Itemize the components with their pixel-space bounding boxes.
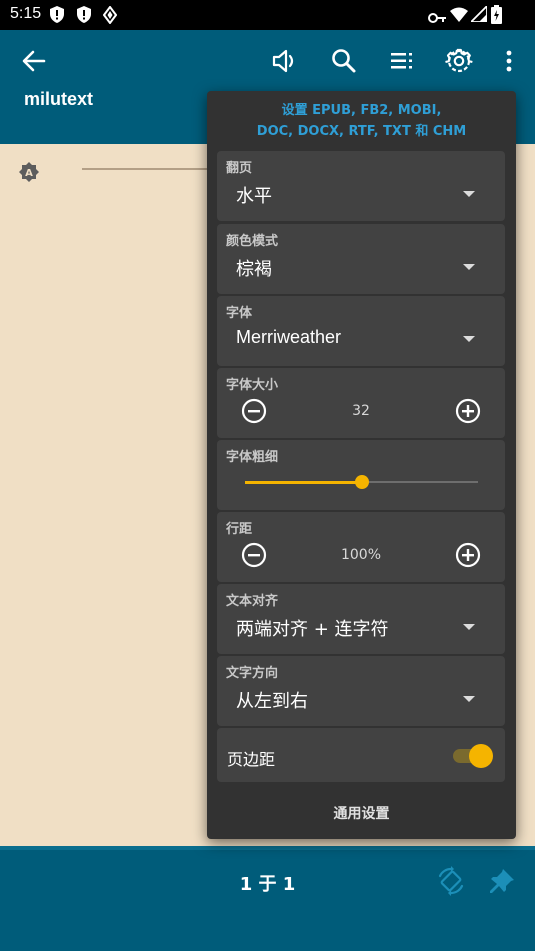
panel-header: 设置 EPUB, FB2, MOBI, DOC, DOCX, RTF, TXT … <box>207 100 516 142</box>
signal-icon <box>468 3 488 26</box>
diamond-icon <box>102 5 118 28</box>
status-bar: 5:15 <box>0 0 535 30</box>
text-direction-select[interactable]: 文字方向 从左到右 <box>217 656 505 726</box>
margins-toggle[interactable] <box>453 744 493 768</box>
text-direction-label: 文字方向 <box>226 666 279 681</box>
plus-circle-icon[interactable] <box>455 542 481 572</box>
back-arrow-icon[interactable] <box>20 47 48 75</box>
shield-icon <box>77 6 91 27</box>
playlist-icon[interactable] <box>388 47 416 75</box>
dropdown-caret-icon <box>463 624 475 630</box>
line-spacing-stepper: 行距 100% <box>217 512 505 582</box>
color-mode-select[interactable]: 颜色模式 棕褐 <box>217 224 505 294</box>
bottom-bar: 1 于 1 <box>0 846 535 951</box>
font-size-stepper: 字体大小 32 <box>217 368 505 438</box>
page-rule <box>82 168 212 170</box>
page-turn-label: 翻页 <box>226 161 253 176</box>
font-size-label: 字体大小 <box>226 378 279 393</box>
color-mode-label: 颜色模式 <box>226 234 279 249</box>
slider-thumb[interactable] <box>355 475 369 489</box>
text-direction-value: 从左到右 <box>236 691 308 712</box>
panel-header-line1: 设置 EPUB, FB2, MOBI, <box>281 103 442 118</box>
dropdown-caret-icon <box>463 191 475 197</box>
font-weight-slider[interactable] <box>245 475 478 489</box>
plus-circle-icon[interactable] <box>455 398 481 428</box>
dropdown-caret-icon <box>463 336 475 342</box>
more-vertical-icon[interactable] <box>495 47 523 75</box>
text-align-value: 两端对齐 + 连字符 <box>236 619 389 640</box>
bottom-bar-divider <box>0 846 535 850</box>
gear-icon[interactable] <box>445 47 473 75</box>
general-settings-button[interactable]: 通用设置 <box>207 803 516 823</box>
panel-header-line2: DOC, DOCX, RTF, TXT 和 CHM <box>256 124 467 139</box>
dropdown-caret-icon <box>463 264 475 270</box>
shield-icon <box>50 6 64 27</box>
slider-fill <box>245 481 362 484</box>
search-icon[interactable] <box>330 47 358 75</box>
rotate-screen-icon[interactable] <box>436 866 466 900</box>
document-title: milutext <box>24 89 94 109</box>
page-turn-select[interactable]: 翻页 水平 <box>217 151 505 221</box>
color-mode-value: 棕褐 <box>236 259 272 280</box>
margins-label: 页边距 <box>227 750 276 769</box>
text-align-select[interactable]: 文本对齐 两端对齐 + 连字符 <box>217 584 505 654</box>
font-weight-label: 字体粗细 <box>226 450 279 465</box>
page-turn-value: 水平 <box>236 186 272 207</box>
speaker-icon[interactable] <box>271 47 299 75</box>
auto-brightness-icon[interactable]: A <box>19 162 39 186</box>
line-spacing-label: 行距 <box>226 522 253 537</box>
reading-settings-panel: 设置 EPUB, FB2, MOBI, DOC, DOCX, RTF, TXT … <box>207 91 516 839</box>
font-value: Merriweather <box>236 327 342 347</box>
text-align-label: 文本对齐 <box>226 594 279 609</box>
wifi-icon <box>450 7 468 26</box>
font-weight-control: 字体粗细 <box>217 440 505 510</box>
key-icon <box>428 9 446 28</box>
dropdown-caret-icon <box>463 696 475 702</box>
status-time: 5:15 <box>10 5 42 22</box>
pin-icon[interactable] <box>489 868 515 898</box>
toggle-thumb <box>469 744 493 768</box>
font-select[interactable]: 字体 Merriweather <box>217 296 505 366</box>
font-label: 字体 <box>226 306 253 321</box>
svg-text:A: A <box>25 168 33 179</box>
margins-row[interactable]: 页边距 <box>217 728 505 782</box>
battery-icon <box>491 5 502 28</box>
